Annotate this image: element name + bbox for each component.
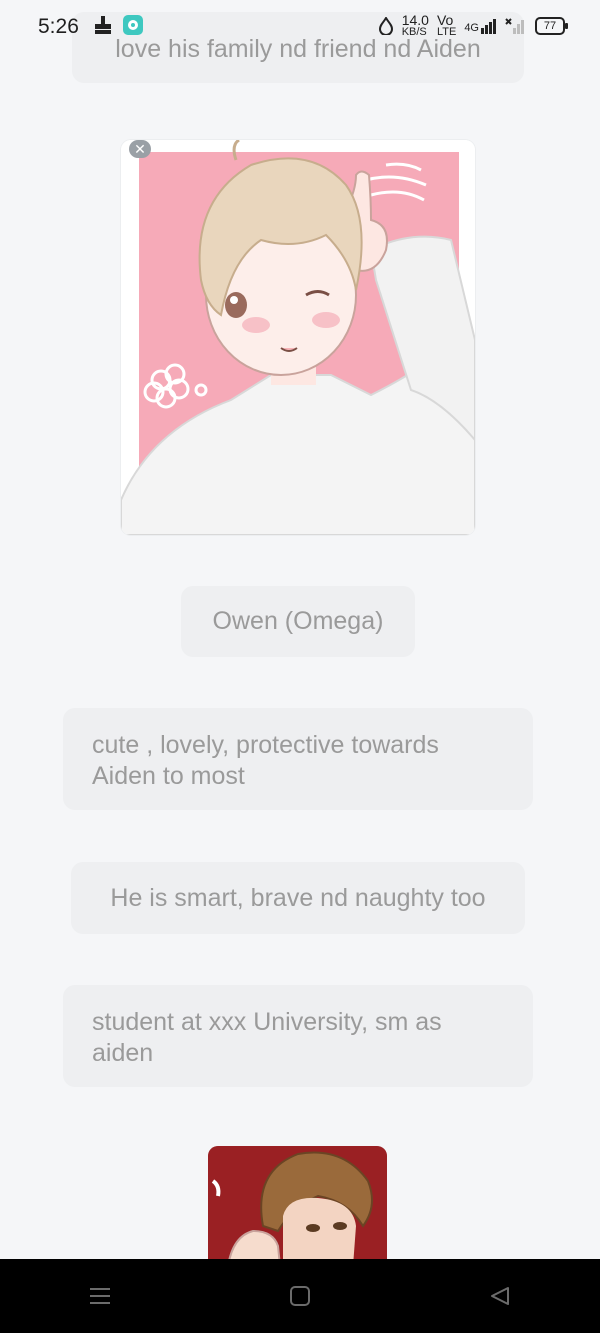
message-bubble[interactable]: cute , lovely, protective towards Aiden … (63, 708, 533, 810)
message-text: Owen (Omega) (212, 607, 384, 635)
status-notification-icons (93, 15, 143, 35)
message-bubble[interactable]: student at xxx University, sm as aiden (63, 985, 533, 1087)
close-icon[interactable]: ✕ (129, 140, 151, 158)
second-avatar-illustration (208, 1146, 387, 1266)
message-bubble[interactable]: Owen (Omega) (181, 586, 415, 657)
signal-icon (481, 18, 496, 34)
signal-no-service-icon (505, 17, 524, 34)
character-avatar-image[interactable] (121, 140, 475, 535)
second-character-image[interactable] (208, 1146, 387, 1266)
battery-indicator: 77 (535, 16, 568, 35)
app-notification-icon (123, 15, 143, 35)
message-bubble[interactable]: He is smart, brave nd naughty too (71, 862, 525, 934)
system-navigation-bar (0, 1259, 600, 1333)
message-text: student at xxx University, sm as aiden (92, 1008, 442, 1067)
avatar-illustration (121, 140, 475, 535)
network-speed: 14.0 KB/S (401, 12, 429, 38)
back-icon[interactable] (470, 1266, 530, 1326)
message-text: He is smart, brave nd naughty too (110, 884, 486, 912)
message-text: cute , lovely, protective towards Aiden … (92, 731, 439, 790)
status-system-icons: 14.0 KB/S Vo LTE 4G 77 (378, 12, 568, 38)
data-saver-icon (378, 16, 393, 35)
signal-4g: 4G (464, 18, 497, 34)
home-icon[interactable] (270, 1266, 330, 1326)
broom-icon (95, 16, 111, 34)
volte-indicator: Vo LTE (436, 12, 457, 38)
menu-icon[interactable] (70, 1266, 130, 1326)
status-time: 5:26 (38, 15, 79, 38)
status-bar: 5:26 14.0 KB/S Vo LTE 4G 77 (0, 0, 600, 52)
